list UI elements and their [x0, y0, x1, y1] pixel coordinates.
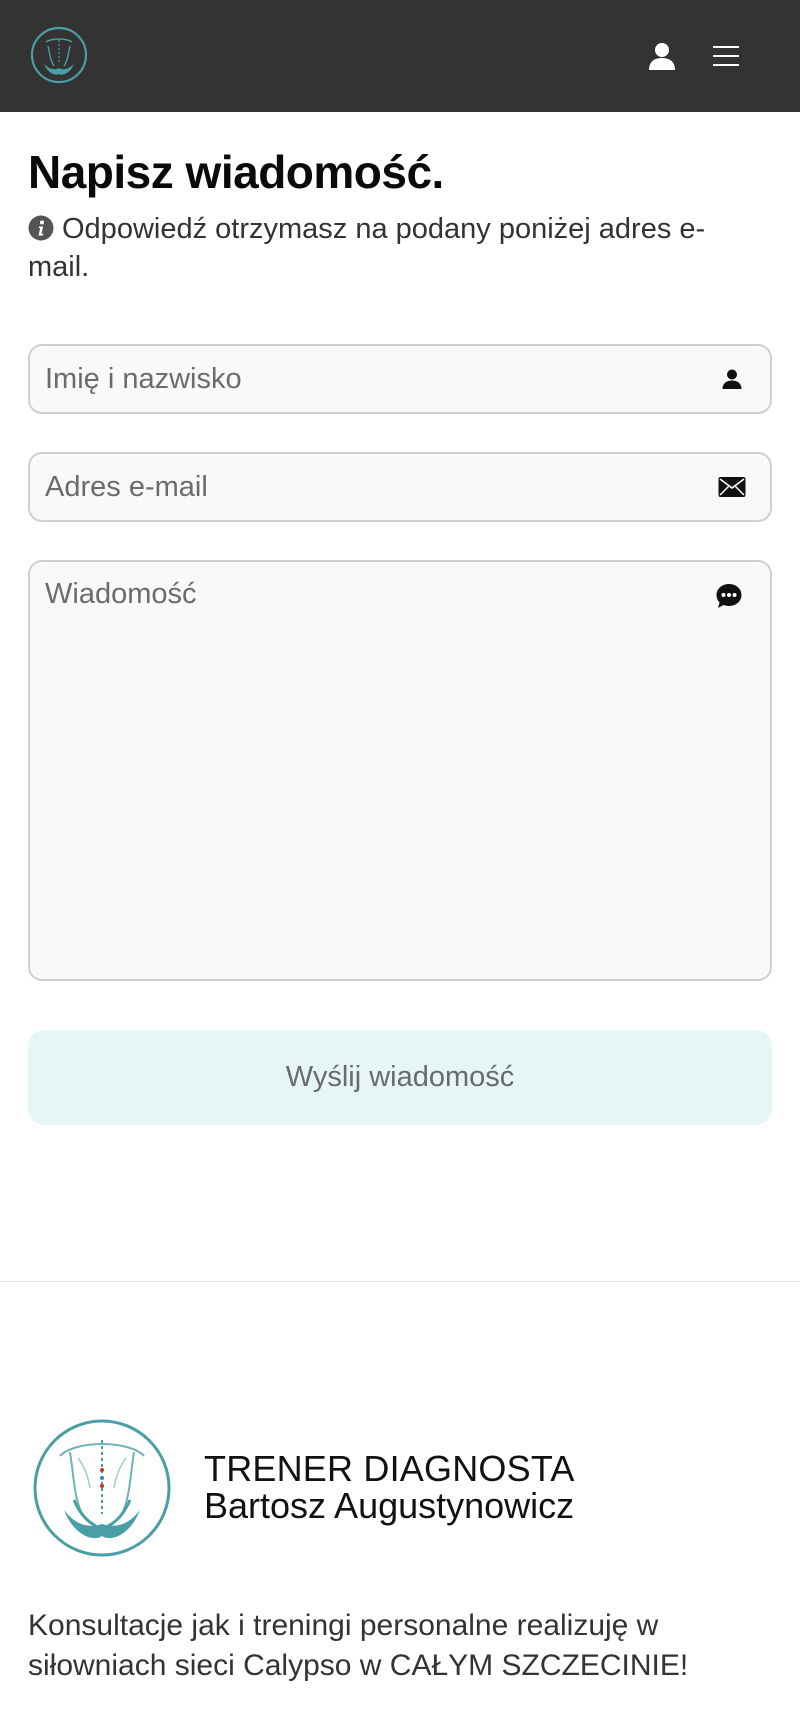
- name-field: [28, 344, 772, 414]
- send-message-button[interactable]: Wyślij wiadomość: [28, 1030, 772, 1125]
- chat-bubble-icon: [715, 582, 743, 610]
- logo-icon[interactable]: [28, 24, 90, 86]
- email-input[interactable]: [30, 454, 770, 520]
- email-field: [28, 452, 772, 522]
- spine-hands-logo-icon: [33, 1419, 171, 1557]
- name-input[interactable]: [30, 346, 770, 412]
- info-icon: [28, 213, 54, 241]
- message-field: [28, 560, 772, 981]
- form-note: Odpowiedź otrzymasz na podany poniżej ad…: [28, 210, 748, 286]
- message-textarea[interactable]: [30, 562, 770, 979]
- section-divider: [0, 1281, 800, 1282]
- user-icon: [649, 43, 675, 70]
- brand-logo: [30, 1418, 175, 1558]
- page-title: Napisz wiadomość.: [28, 146, 444, 198]
- user-account-button[interactable]: [644, 38, 680, 74]
- brand-title: TRENER DIAGNOSTA: [204, 1448, 575, 1489]
- form-note-text: Odpowiedź otrzymasz na podany poniżej ad…: [28, 213, 706, 283]
- envelope-icon: [718, 473, 746, 501]
- hamburger-menu-button[interactable]: [708, 38, 744, 74]
- brand-owner-name: Bartosz Augustynowicz: [204, 1485, 575, 1526]
- footer-description: Konsultacje jak i treningi personalne re…: [28, 1609, 689, 1682]
- user-icon: [718, 365, 746, 393]
- hamburger-menu-icon: [713, 46, 739, 66]
- top-navbar: [0, 0, 800, 112]
